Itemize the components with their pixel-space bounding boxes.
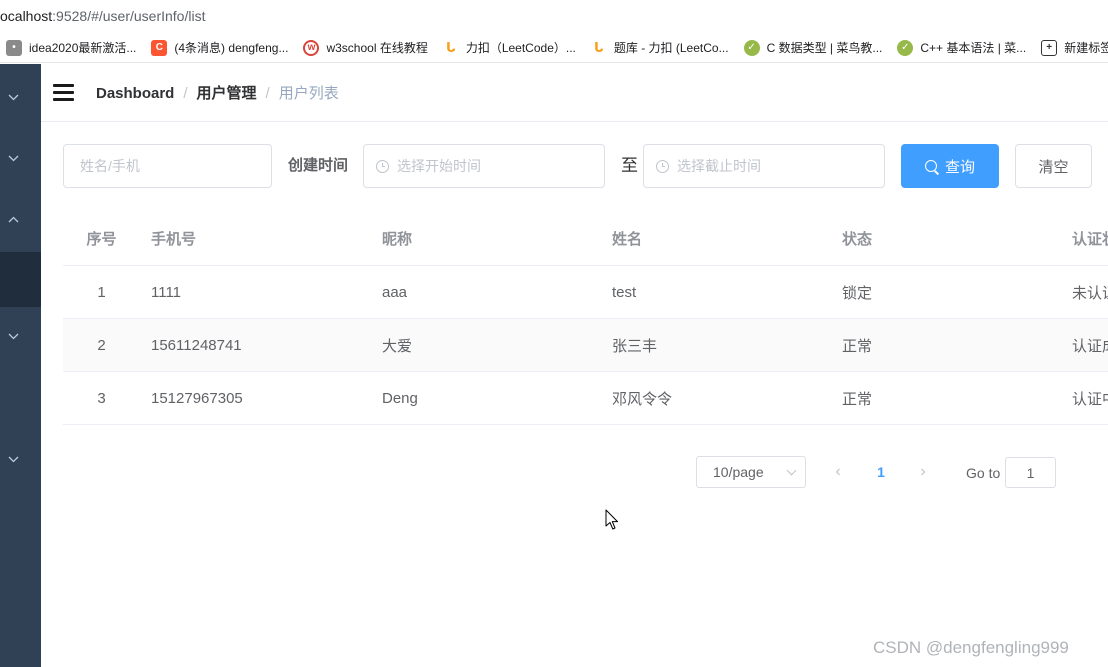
bookmark-runoob-c[interactable]: ✓ C 数据类型 | 菜鸟教... xyxy=(743,39,883,56)
url-path: :9528/#/user/userInfo/list xyxy=(52,8,206,24)
bookmark-csdn[interactable]: C (4条消息) dengfeng... xyxy=(151,39,288,56)
cell-status: 锁定 xyxy=(842,284,873,302)
breadcrumb-user-list: 用户列表 xyxy=(278,85,339,102)
header-name[interactable]: 姓名 xyxy=(612,212,832,265)
goto-label: Go to xyxy=(966,465,1001,481)
cell-status: 正常 xyxy=(842,337,873,355)
to-label: 至 xyxy=(621,156,638,175)
cell-name: 邓风令令 xyxy=(612,390,673,408)
table-row[interactable]: 2 15611248741 大爱 张三丰 正常 认证成 xyxy=(63,319,1108,372)
bookmark-w3school[interactable]: w w3school 在线教程 xyxy=(303,39,428,56)
address-bar[interactable]: ocalhost:9528/#/user/userInfo/list xyxy=(0,0,1108,33)
header-auth-status[interactable]: 认证状 xyxy=(1072,212,1108,265)
chevron-up-icon[interactable] xyxy=(6,212,20,226)
name-phone-placeholder: 姓名/手机 xyxy=(80,158,140,174)
prev-page-button[interactable]: ‹ xyxy=(830,463,846,481)
goto-page-input[interactable]: 1 xyxy=(1005,457,1056,488)
url-host: ocalhost xyxy=(0,8,53,24)
table-row[interactable]: 1 1111 aaa test 锁定 未认证 xyxy=(63,266,1108,319)
clock-icon xyxy=(656,159,669,173)
cell-phone: 15611248741 xyxy=(151,336,242,354)
csdn-watermark: CSDN @dengfengling999 xyxy=(873,638,1069,657)
search-button[interactable]: 查询 xyxy=(901,144,999,188)
sidebar xyxy=(0,64,41,667)
bookmark-leetcode-problems[interactable]: ᒐ 题库 - 力扣 (LeetCo... xyxy=(590,39,729,56)
cell-name: test xyxy=(612,283,637,301)
table-row[interactable]: 3 15127967305 Deng 邓风令令 正常 认证中 xyxy=(63,372,1108,425)
header-phone[interactable]: 手机号 xyxy=(151,212,371,265)
name-phone-input[interactable]: 姓名/手机 xyxy=(63,144,272,188)
cell-name: 张三丰 xyxy=(612,337,658,355)
end-time-picker[interactable]: 选择截止时间 xyxy=(643,144,885,188)
user-table: 序号 手机号 昵称 姓名 状态 认证状 1 1111 aaa test 锁定 未… xyxy=(63,212,1108,425)
header-nickname[interactable]: 昵称 xyxy=(382,212,602,265)
search-button-label: 查询 xyxy=(944,158,975,176)
start-time-picker[interactable]: 选择开始时间 xyxy=(363,144,605,188)
csdn-icon: C xyxy=(151,39,168,56)
cell-nickname: 大爱 xyxy=(382,337,413,355)
bookmarks-bar: • idea2020最新激活... C (4条消息) dengfeng... w… xyxy=(0,33,1108,63)
bookmark-label: C 数据类型 | 菜鸟教... xyxy=(766,41,883,55)
chevron-down-icon[interactable] xyxy=(6,329,20,343)
page-size-value: 10/page xyxy=(713,464,764,480)
breadcrumb-separator: / xyxy=(265,85,270,102)
runoob-icon: ✓ xyxy=(897,39,914,56)
cell-index: 3 xyxy=(97,389,106,407)
sidebar-active-item[interactable] xyxy=(0,252,41,307)
header-status[interactable]: 状态 xyxy=(842,212,1062,265)
created-time-label: 创建时间 xyxy=(288,157,349,174)
mouse-cursor-icon xyxy=(605,509,618,530)
bookmark-idea[interactable]: • idea2020最新激活... xyxy=(6,39,136,56)
header-index[interactable]: 序号 xyxy=(63,212,140,265)
new-tab-icon: + xyxy=(1041,39,1058,56)
clear-button[interactable]: 清空 xyxy=(1015,144,1092,188)
cell-auth-status: 认证成 xyxy=(1072,337,1108,355)
leetcode-icon: ᒐ xyxy=(442,39,459,56)
cell-nickname: Deng xyxy=(382,389,418,407)
cell-phone: 1111 xyxy=(151,283,182,301)
bookmark-label: w3school 在线教程 xyxy=(326,41,428,55)
bookmark-label: idea2020最新激活... xyxy=(29,41,137,55)
cell-auth-status: 未认证 xyxy=(1072,284,1108,302)
bookmark-label: (4条消息) dengfeng... xyxy=(174,41,289,55)
cell-nickname: aaa xyxy=(382,283,408,301)
chevron-down-icon[interactable] xyxy=(6,452,20,466)
leetcode-icon: ᒐ xyxy=(590,39,607,56)
chevron-down-icon[interactable] xyxy=(6,90,20,104)
bookmark-label: 题库 - 力扣 (LeetCo... xyxy=(613,41,729,55)
cell-index: 2 xyxy=(97,336,106,354)
bookmark-label: C++ 基本语法 | 菜... xyxy=(920,41,1027,55)
breadcrumb: Dashboard / 用户管理 / 用户列表 xyxy=(96,84,339,104)
next-page-button[interactable]: › xyxy=(915,463,931,481)
hamburger-menu-icon[interactable] xyxy=(53,84,74,102)
search-icon xyxy=(924,160,937,172)
cell-auth-status: 认证中 xyxy=(1072,390,1108,408)
page-number-current[interactable]: 1 xyxy=(870,462,892,482)
navbar: Dashboard / 用户管理 / 用户列表 xyxy=(41,64,1108,122)
w3school-icon: w xyxy=(303,39,320,56)
cell-index: 1 xyxy=(97,283,106,301)
cell-phone: 15127967305 xyxy=(151,389,243,407)
bookmark-leetcode[interactable]: ᒐ 力扣（LeetCode）... xyxy=(442,39,576,56)
clear-button-label: 清空 xyxy=(1038,158,1069,176)
breadcrumb-dashboard[interactable]: Dashboard xyxy=(96,85,174,102)
bookmark-label: 新建标签 xyxy=(1064,41,1108,55)
runoob-icon: ✓ xyxy=(743,39,760,56)
bookmark-label: 力扣（LeetCode）... xyxy=(465,41,576,55)
page-size-select[interactable]: 10/page xyxy=(696,456,806,488)
clock-icon xyxy=(376,159,389,173)
cell-status: 正常 xyxy=(842,390,873,408)
table-header: 序号 手机号 昵称 姓名 状态 认证状 xyxy=(63,212,1108,266)
chevron-down-icon[interactable] xyxy=(6,151,20,165)
generic-icon: • xyxy=(6,39,22,56)
breadcrumb-user-management[interactable]: 用户管理 xyxy=(197,85,257,102)
breadcrumb-separator: / xyxy=(183,85,188,102)
chevron-down-icon xyxy=(786,465,797,476)
bookmark-new-tab[interactable]: + 新建标签 xyxy=(1041,39,1108,56)
bookmark-runoob-cpp[interactable]: ✓ C++ 基本语法 | 菜... xyxy=(897,39,1026,56)
end-time-placeholder: 选择截止时间 xyxy=(677,158,761,174)
start-time-placeholder: 选择开始时间 xyxy=(397,158,481,174)
